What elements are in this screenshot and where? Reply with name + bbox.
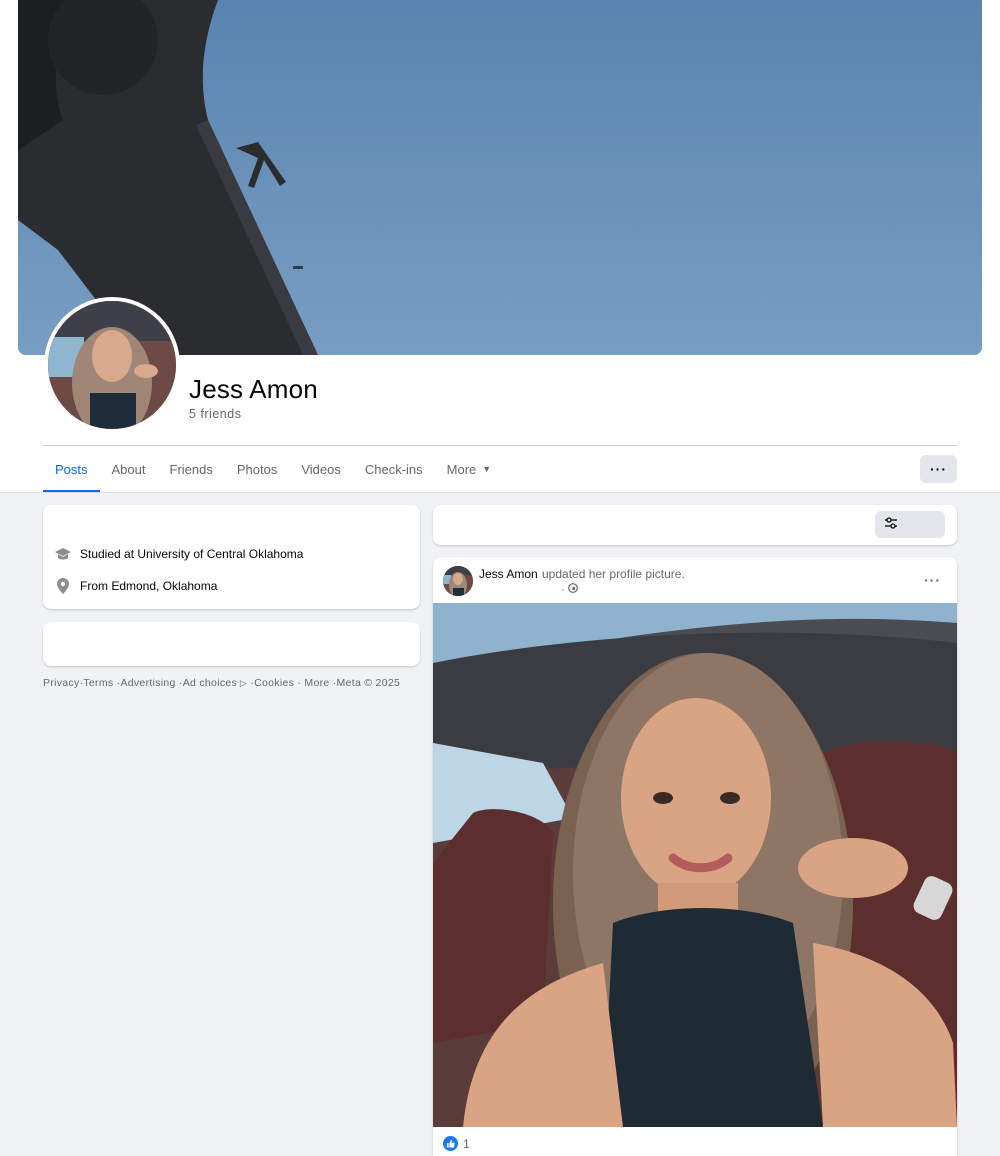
footer-links: Privacy·Terms ·Advertising ·Ad choices ▷… [43,677,400,689]
footer-privacy[interactable]: Privacy [43,677,80,689]
like-count: 1 [463,1136,470,1151]
footer-advertising[interactable]: Advertising [120,677,175,689]
footer-meta: Meta © 2025 [336,677,401,689]
graduation-cap-icon [54,545,72,563]
thumbs-up-icon [443,1136,458,1151]
post-reactions[interactable]: 1 [443,1136,470,1151]
intro-hometown[interactable]: From Edmond, Oklahoma [54,577,217,595]
footer-more[interactable]: More [304,677,329,689]
globe-icon[interactable] [567,583,578,596]
ad-choices-icon: ▷ [237,678,248,688]
tab-more[interactable]: More ▼ [435,446,504,492]
post-more-button[interactable]: ··· [924,572,941,588]
tab-posts[interactable]: Posts [43,446,100,492]
tab-about[interactable]: About [100,446,158,492]
ellipsis-icon: ··· [924,572,941,588]
footer-ad-choices[interactable]: Ad choices [183,677,237,689]
friends-count[interactable]: 5 friends [189,407,241,421]
intro-education[interactable]: Studied at University of Central Oklahom… [54,545,303,563]
intro-hometown-text: From Edmond, Oklahoma [80,579,218,593]
sliders-icon [884,516,898,534]
caret-down-icon: ▼ [482,464,492,474]
profile-name: Jess Amon [189,374,318,404]
post-author-avatar[interactable] [443,566,473,596]
intro-card: Studied at University of Central Oklahom… [43,505,420,609]
footer-separator: · [297,677,302,689]
post-action-text: updated her profile picture. [542,567,685,581]
cover-photo[interactable] [18,0,982,355]
tab-photos[interactable]: Photos [225,446,289,492]
location-pin-icon [54,577,72,595]
tab-friends[interactable]: Friends [158,446,225,492]
footer-cookies[interactable]: Cookies [254,677,294,689]
tab-videos[interactable]: Videos [289,446,353,492]
post-photo[interactable] [433,603,957,1127]
profile-more-button[interactable]: ··· [920,455,957,483]
profile-tabs: Posts About Friends Photos Videos Check-… [43,446,503,492]
footer-terms[interactable]: Terms [83,677,113,689]
filters-button[interactable] [875,511,945,538]
profile-picture[interactable] [44,297,180,433]
post-meta-separator: · [561,583,565,596]
tab-check-ins[interactable]: Check-ins [353,446,435,492]
intro-education-text: Studied at University of Central Oklahom… [80,547,304,561]
post-meta: · [561,583,578,596]
ellipsis-icon: ··· [930,461,947,477]
tab-more-label: More [446,461,477,477]
post-author-name[interactable]: Jess Amon [479,567,538,581]
photos-card [43,622,420,666]
